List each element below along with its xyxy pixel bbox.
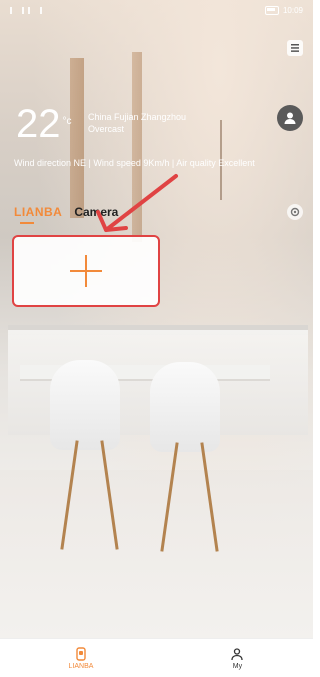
nav-item-label: LIANBA — [68, 663, 94, 670]
settings-button[interactable] — [287, 204, 303, 220]
gear-icon — [290, 207, 300, 217]
weather-panel: 22 °c China Fujian Zhangzhou Overcast — [16, 102, 186, 146]
nav-item-label: My — [232, 663, 243, 670]
bottom-nav: LIANBA My — [0, 638, 313, 677]
background-wood-beam — [70, 58, 84, 218]
status-left — [10, 6, 42, 14]
background-chair — [150, 362, 220, 452]
weather-location: China Fujian Zhangzhou — [88, 112, 187, 122]
home-device-icon — [76, 647, 86, 661]
weather-details: Wind direction NE | Wind speed 9Km/h | A… — [14, 158, 255, 168]
status-bar: 10:09 — [0, 0, 313, 20]
person-icon — [231, 648, 244, 661]
avatar[interactable] — [277, 105, 303, 131]
plus-icon — [68, 253, 104, 289]
active-tab-indicator — [20, 222, 34, 224]
menu-button[interactable] — [287, 40, 303, 56]
status-time: 10:09 — [282, 5, 303, 15]
weather-condition: Overcast — [88, 124, 125, 134]
temperature-value: 22 — [16, 102, 61, 146]
battery-icon — [264, 5, 279, 15]
tab-lianba[interactable]: LIANBA — [14, 205, 62, 219]
add-device-button[interactable] — [12, 235, 160, 307]
nav-item-lianba[interactable]: LIANBA — [68, 647, 94, 670]
sim-signal-icon — [10, 6, 24, 14]
temperature-unit: °c — [62, 116, 72, 127]
annotation-arrow-icon — [96, 174, 178, 232]
background-chair — [50, 360, 120, 450]
menu-icon — [291, 44, 299, 52]
person-icon — [284, 112, 296, 124]
app-screen: 10:09 22 °c China Fujian Zhangzhou Overca… — [0, 0, 313, 677]
status-right: 10:09 — [264, 5, 303, 15]
nav-item-my[interactable]: My — [230, 647, 244, 670]
wifi-signal-icon — [28, 6, 42, 14]
background-floor — [0, 470, 313, 640]
